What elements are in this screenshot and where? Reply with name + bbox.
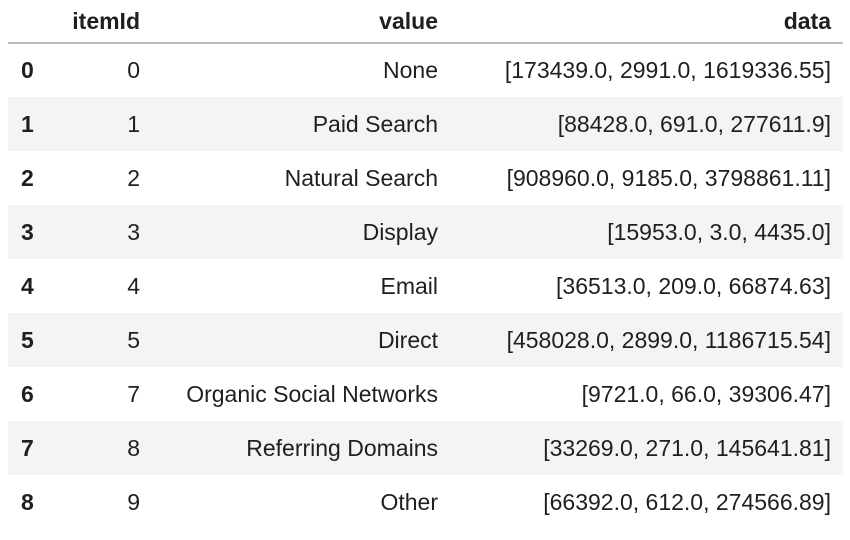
cell-data: [33269.0, 271.0, 145641.81] — [543, 434, 831, 461]
cell-value: Referring Domains — [246, 434, 438, 461]
row-index: 1 — [21, 110, 34, 137]
cell-data: [15953.0, 3.0, 4435.0] — [607, 218, 831, 245]
row-index: 7 — [21, 434, 34, 461]
header-itemid: itemId — [60, 0, 152, 44]
header-value: value — [152, 0, 450, 44]
cell-itemid: 4 — [127, 272, 140, 299]
cell-data: [173439.0, 2991.0, 1619336.55] — [504, 57, 831, 83]
table-row: 6 7 Organic Social Networks [9721.0, 66.… — [8, 367, 843, 421]
table-row: 0 0 None [173439.0, 2991.0, 1619336.55] — [8, 43, 843, 97]
cell-itemid: 2 — [127, 164, 140, 191]
cell-value: Direct — [377, 326, 438, 353]
table-row: 1 1 Paid Search [88428.0, 691.0, 277611.… — [8, 97, 843, 151]
cell-itemid: 0 — [127, 57, 140, 83]
row-index: 8 — [21, 488, 34, 515]
dataframe-output: itemId value data 0 0 None [173439.0, 29… — [8, 0, 843, 529]
cell-value: Email — [380, 272, 438, 299]
cell-data: [908960.0, 9185.0, 3798861.11] — [506, 164, 831, 191]
table-row: 8 9 Other [66392.0, 612.0, 274566.89] — [8, 475, 843, 529]
cell-data: [88428.0, 691.0, 277611.9] — [557, 110, 831, 137]
row-index: 2 — [21, 164, 34, 191]
cell-value: Other — [380, 488, 438, 515]
table-row: 3 3 Display [15953.0, 3.0, 4435.0] — [8, 205, 843, 259]
table-row: 2 2 Natural Search [908960.0, 9185.0, 37… — [8, 151, 843, 205]
cell-value: Display — [362, 218, 438, 245]
cell-itemid: 3 — [127, 218, 140, 245]
cell-itemid: 5 — [127, 326, 140, 353]
dataframe-table: itemId value data 0 0 None [173439.0, 29… — [8, 0, 843, 529]
cell-data: [458028.0, 2899.0, 1186715.54] — [506, 326, 831, 353]
cell-value: Natural Search — [284, 164, 438, 191]
row-index: 3 — [21, 218, 34, 245]
header-row: itemId value data — [8, 0, 843, 44]
cell-data: [66392.0, 612.0, 274566.89] — [543, 488, 831, 515]
row-index: 6 — [21, 380, 34, 407]
cell-data: [9721.0, 66.0, 39306.47] — [581, 380, 831, 407]
cell-data: [36513.0, 209.0, 66874.63] — [556, 272, 831, 299]
cell-itemid: 9 — [127, 488, 140, 515]
cell-itemid: 1 — [127, 110, 140, 137]
header-data: data — [450, 0, 843, 44]
row-index: 5 — [21, 326, 34, 353]
table-header: itemId value data — [8, 0, 843, 44]
cell-value: Organic Social Networks — [186, 380, 438, 407]
cell-itemid: 8 — [127, 434, 140, 461]
cell-value: Paid Search — [312, 110, 438, 137]
row-index: 4 — [21, 272, 34, 299]
cell-itemid: 7 — [127, 380, 140, 407]
table-row: 5 5 Direct [458028.0, 2899.0, 1186715.54… — [8, 313, 843, 367]
table-row: 7 8 Referring Domains [33269.0, 271.0, 1… — [8, 421, 843, 475]
header-index — [8, 0, 60, 44]
row-index: 0 — [21, 57, 34, 83]
cell-value: None — [383, 57, 438, 83]
table-row: 4 4 Email [36513.0, 209.0, 66874.63] — [8, 259, 843, 313]
table-body: 0 0 None [173439.0, 2991.0, 1619336.55] … — [8, 43, 843, 529]
